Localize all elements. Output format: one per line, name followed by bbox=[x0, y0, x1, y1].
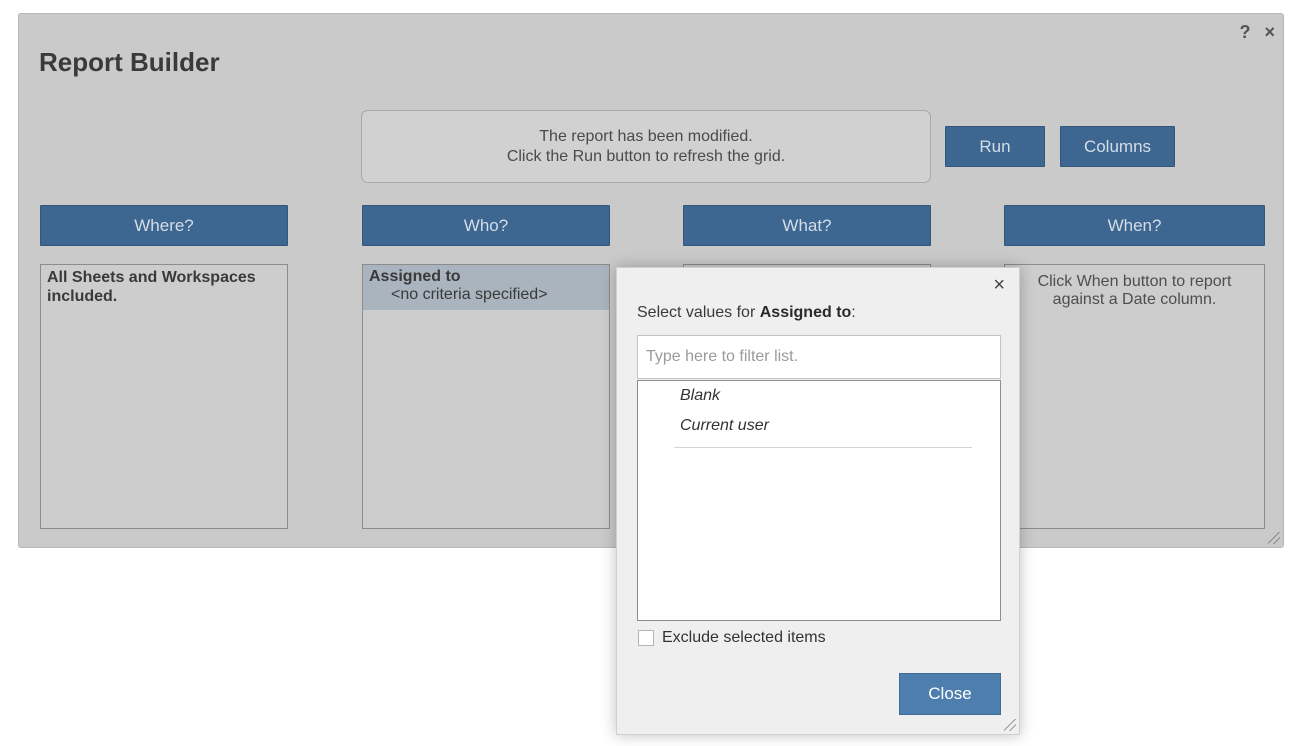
exclude-checkbox[interactable] bbox=[638, 630, 654, 646]
who-criteria-value: <no criteria specified> bbox=[391, 286, 548, 303]
where-panel-text: All Sheets and Workspaces included. bbox=[47, 269, 256, 305]
notice-line-1: The report has been modified. bbox=[539, 128, 753, 145]
prompt-field: Assigned to bbox=[759, 304, 852, 321]
page: Report Builder ? × The report has been m… bbox=[0, 0, 1300, 746]
who-criteria-item[interactable]: Assigned to <no criteria specified> bbox=[363, 265, 609, 310]
modified-notice: The report has been modified. Click the … bbox=[361, 110, 931, 183]
filter-input[interactable] bbox=[637, 335, 1001, 379]
value-list: Blank Current user bbox=[637, 380, 1001, 621]
who-panel: Assigned to <no criteria specified> bbox=[362, 264, 610, 529]
columns-button[interactable]: Columns bbox=[1060, 126, 1175, 167]
list-item[interactable]: Blank bbox=[680, 387, 720, 405]
dialog-title: Report Builder bbox=[39, 47, 220, 77]
who-button[interactable]: Who? bbox=[362, 205, 610, 246]
popup-close-icon[interactable]: × bbox=[993, 274, 1005, 297]
when-panel: Click When button to report against a Da… bbox=[1004, 264, 1265, 529]
what-button[interactable]: What? bbox=[683, 205, 931, 246]
popup-resize-grip[interactable] bbox=[1004, 719, 1016, 731]
help-icon[interactable]: ? bbox=[1239, 22, 1250, 43]
dialog-top-icons: ? × bbox=[1239, 22, 1275, 43]
run-button[interactable]: Run bbox=[945, 126, 1045, 167]
exclude-option: Exclude selected items bbox=[638, 629, 826, 647]
notice-line-2: Click the Run button to refresh the grid… bbox=[506, 148, 786, 165]
dialog-resize-grip[interactable] bbox=[1268, 532, 1280, 544]
list-item[interactable]: Current user bbox=[680, 417, 769, 435]
close-icon[interactable]: × bbox=[1264, 22, 1275, 43]
list-divider bbox=[674, 447, 972, 448]
exclude-label: Exclude selected items bbox=[662, 629, 826, 646]
close-button[interactable]: Close bbox=[899, 673, 1001, 715]
popup-prompt: Select values for Assigned to: bbox=[637, 304, 856, 322]
when-panel-text: Click When button to report against a Da… bbox=[1037, 273, 1232, 308]
where-button[interactable]: Where? bbox=[40, 205, 288, 246]
where-panel: All Sheets and Workspaces included. bbox=[40, 264, 288, 529]
who-criteria-label: Assigned to bbox=[369, 268, 461, 285]
when-button[interactable]: When? bbox=[1004, 205, 1265, 246]
select-values-popup: × Select values for Assigned to: Blank C… bbox=[616, 267, 1020, 735]
prompt-prefix: Select values for bbox=[637, 304, 760, 321]
prompt-suffix: : bbox=[851, 304, 856, 321]
